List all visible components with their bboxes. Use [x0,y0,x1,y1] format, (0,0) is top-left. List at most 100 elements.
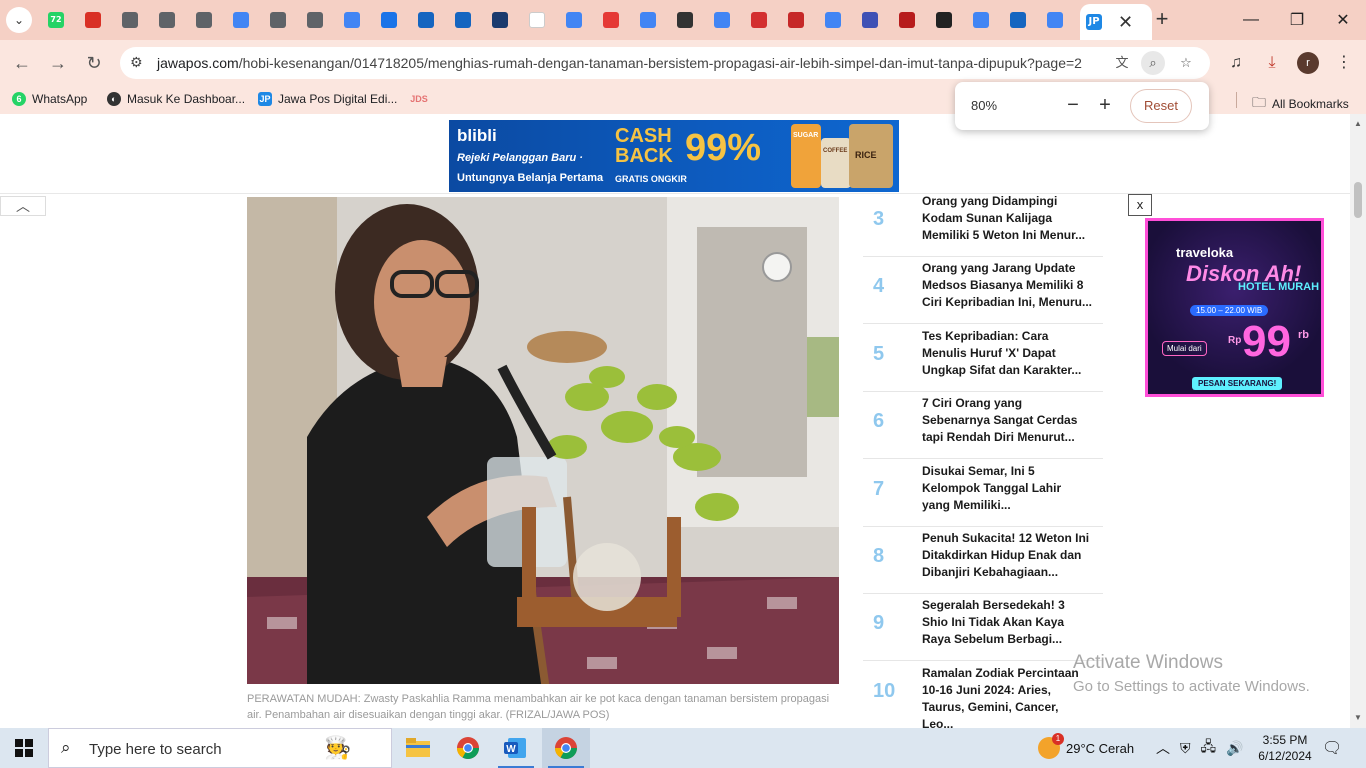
popular-item[interactable]: 8 Penuh Sukacita! 12 Weton Ini Ditakdirka… [863,527,1103,594]
tab-item[interactable] [889,8,925,32]
site-info-icon[interactable]: ⚙ [130,54,143,71]
start-button[interactable] [0,728,48,768]
taskbar-word[interactable]: W [492,728,540,768]
vertical-scrollbar[interactable]: ▲ ▼ [1350,114,1366,728]
popular-title[interactable]: 7 Ciri Orang yang Sebenarnya Sangat Cerd… [922,395,1092,446]
popular-item[interactable]: 5 Tes Kepribadian: Cara Menulis Huruf 'X'… [863,325,1103,392]
close-window-button[interactable]: ✕ [1320,0,1366,40]
zoom-icon[interactable]: ⌕ [1141,51,1165,75]
popular-title[interactable]: Segeralah Bersedekah! 3 Shio Ini Tidak A… [922,597,1092,648]
tab-item[interactable] [1037,8,1073,32]
bookmark-dashboard[interactable]: ◐ Masuk Ke Dashboar... [107,92,245,106]
tab-item[interactable] [963,8,999,32]
tab-item[interactable] [297,8,333,32]
popular-item[interactable]: 10 Ramalan Zodiak Percintaan 10-16 Juni 2… [863,662,1103,728]
taskbar-chrome[interactable] [444,728,492,768]
popular-item[interactable]: 4 Orang yang Jarang Update Medsos Biasany… [863,257,1103,325]
ad-close-button[interactable]: x [1128,194,1152,216]
tab-item[interactable] [75,8,111,32]
tab-item[interactable] [593,8,629,32]
banner-ongkir: GRATIS ONGKIR [615,174,687,184]
tab-active-jawapos[interactable]: JP ✕ [1080,4,1152,40]
tab-item[interactable] [556,8,592,32]
zoom-in-button[interactable]: + [1093,94,1117,118]
tab-item[interactable] [741,8,777,32]
popular-title[interactable]: Orang yang Jarang Update Medsos Biasanya… [922,260,1092,311]
popular-title[interactable]: Orang yang Didampingi Kodam Sunan Kalija… [922,193,1092,244]
banner-cashback: CASH BACK [615,125,673,167]
shield-icon[interactable]: ⛨ [1180,740,1191,757]
tab-search-button[interactable]: ⌄ [6,7,32,33]
chevron-up-icon[interactable]: ︿ [1156,738,1170,758]
media-control-icon[interactable]: ♫ [1224,51,1248,75]
tab-item[interactable] [1000,8,1036,32]
clock-date: 6/12/2024 [1258,749,1312,763]
scroll-thumb[interactable] [1354,182,1362,218]
tab-item[interactable] [445,8,481,32]
close-icon[interactable]: ✕ [1118,13,1133,31]
tab-item[interactable] [926,8,962,32]
network-icon[interactable]: 🖧 [1201,736,1217,760]
reload-button[interactable]: ↻ [81,50,107,76]
svg-text:W: W [506,744,516,755]
whatsapp-icon: 6 [12,92,26,106]
profile-avatar[interactable]: r [1297,52,1319,74]
tab-item[interactable] [223,8,259,32]
restore-button[interactable]: ❐ [1274,0,1320,40]
tab-item[interactable] [482,8,518,32]
notifications-button[interactable]: 🗨 [1322,728,1342,768]
all-bookmarks-button[interactable]: 🗀 All Bookmarks [1252,92,1349,116]
address-bar[interactable]: ⚙ jawapos.com/hobi-kesenangan/014718205/… [120,47,1210,79]
tab-item[interactable] [371,8,407,32]
scroll-top-button[interactable]: ︿ [0,196,46,216]
tab-item[interactable] [334,8,370,32]
traveloka-ad[interactable]: traveloka Diskon Ah! HOTEL MURAH 15.00 –… [1145,218,1324,397]
tab-item[interactable] [630,8,666,32]
zoom-out-button[interactable]: − [1061,94,1085,118]
weather-widget[interactable]: 1 29°C Cerah [1038,728,1134,768]
wave-icon [862,12,878,28]
bookmark-jds[interactable]: JDS [410,92,428,106]
tab-item[interactable] [815,8,851,32]
blibli-banner-ad[interactable]: blibli Rejeki Pelanggan Baru · Untungnya… [449,120,899,192]
popular-item[interactable]: 3 Orang yang Didampingi Kodam Sunan Kalij… [863,190,1103,257]
bookmark-jawapos-digital[interactable]: JP Jawa Pos Digital Edi... [258,92,397,106]
tab-item[interactable] [519,8,555,32]
tab-item[interactable] [667,8,703,32]
menu-icon[interactable]: ⋮ [1332,51,1356,75]
tab-item[interactable] [778,8,814,32]
clock[interactable]: 3:55 PM 6/12/2024 [1255,732,1315,764]
tab-item[interactable] [149,8,185,32]
translate-icon[interactable]: 文 [1110,51,1134,75]
tab-item[interactable]: 72 [38,8,74,32]
download-icon[interactable]: ⤓ [1260,51,1284,75]
taskbar-chrome-active[interactable] [542,728,590,768]
popular-title[interactable]: Disukai Semar, Ini 5 Kelompok Tanggal La… [922,463,1092,514]
tab-item[interactable] [704,8,740,32]
minimize-button[interactable]: — [1228,0,1274,40]
scroll-up-arrow-icon[interactable]: ▲ [1350,116,1366,132]
popular-title[interactable]: Ramalan Zodiak Percintaan 10-16 Juni 202… [922,665,1092,728]
new-tab-button[interactable]: + [1150,8,1174,32]
bookmark-whatsapp[interactable]: 6 WhatsApp [12,92,87,106]
popular-title[interactable]: Tes Kepribadian: Cara Menulis Huruf 'X' … [922,328,1092,379]
forward-button[interactable]: → [45,50,71,76]
tab-item[interactable] [260,8,296,32]
taskbar-search[interactable]: ⌕ Type here to search 🧑‍🍳 [48,728,392,768]
popular-title[interactable]: Penuh Sukacita! 12 Weton Ini Ditakdirkan… [922,530,1092,581]
tab-item[interactable] [852,8,888,32]
tab-item[interactable] [186,8,222,32]
tab-item[interactable] [408,8,444,32]
zoom-reset-button[interactable]: Reset [1130,89,1192,123]
close-icon: ✕ [1336,12,1350,29]
scroll-down-arrow-icon[interactable]: ▼ [1350,710,1366,726]
star-icon[interactable]: ☆ [1174,51,1198,75]
back-button[interactable]: ← [9,50,35,76]
tab-item[interactable] [112,8,148,32]
popular-item[interactable]: 7 Disukai Semar, Ini 5 Kelompok Tanggal L… [863,460,1103,527]
url-text[interactable]: jawapos.com/hobi-kesenangan/014718205/me… [157,55,1082,71]
popular-item[interactable]: 6 7 Ciri Orang yang Sebenarnya Sangat Cer… [863,392,1103,460]
popular-item[interactable]: 9 Segeralah Bersedekah! 3 Shio Ini Tidak … [863,594,1103,662]
taskbar-file-explorer[interactable] [394,728,442,768]
volume-icon[interactable]: 🔊 [1226,740,1243,757]
